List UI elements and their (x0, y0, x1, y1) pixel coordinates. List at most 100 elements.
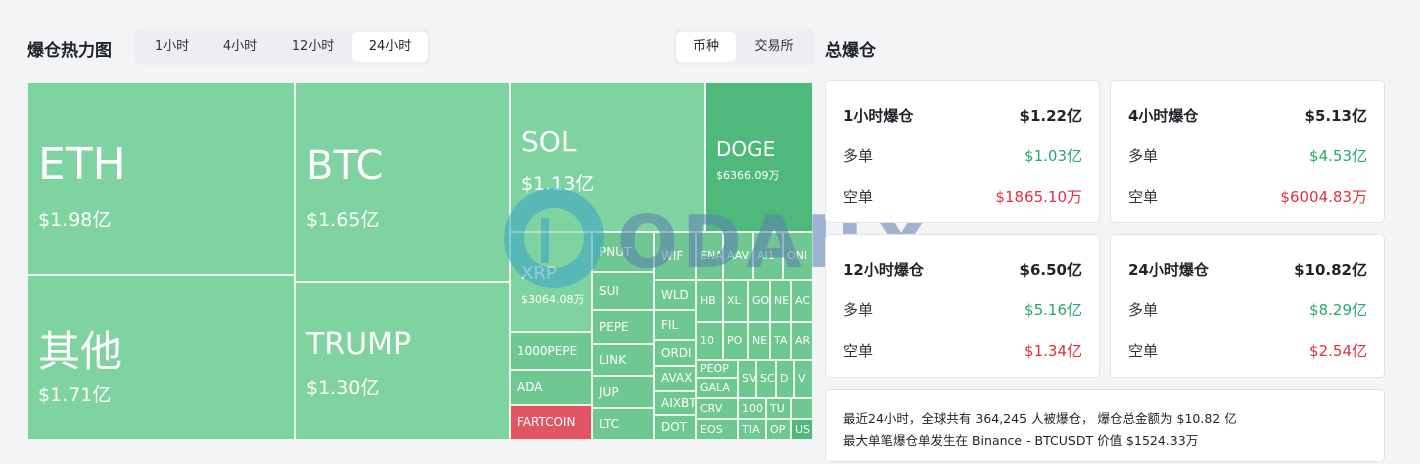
tab-by-exchange[interactable]: 交易所 (737, 32, 811, 62)
tile-ltc[interactable]: LTC (592, 408, 654, 440)
tile-goat[interactable]: GO (748, 280, 770, 322)
tile-xrp[interactable]: XRP $3064.08万 (510, 232, 592, 332)
tile-symbol: PEPE (599, 320, 629, 334)
tile-symbol: PNUT (599, 245, 632, 259)
tile-100[interactable]: 100 (738, 398, 766, 419)
tile-symbol: D (780, 372, 789, 385)
tile-pepe[interactable]: PEPE (592, 310, 654, 344)
tab-24h[interactable]: 24小时 (352, 32, 428, 62)
tile-ac[interactable]: AC (791, 280, 813, 322)
tile-jup[interactable]: JUP (592, 376, 654, 408)
tile-avax[interactable]: AVAX (654, 366, 696, 391)
tile-eos[interactable]: EOS (696, 419, 738, 440)
tile-other[interactable]: 其他 $1.71亿 (27, 275, 295, 440)
tile-v[interactable]: V (794, 360, 813, 398)
tile-symbol: DOT (661, 420, 688, 434)
tile-blank[interactable] (791, 398, 813, 419)
tile-value: $1.71亿 (38, 384, 112, 406)
long-label: 多单 (1128, 147, 1159, 165)
long-value: $4.53亿 (1309, 147, 1367, 165)
tile-symbol: TRUMP (306, 327, 412, 362)
tile-sui[interactable]: SUI (592, 272, 654, 310)
tile-wif[interactable]: WIF (654, 232, 696, 280)
time-range-tabs: 1小时 4小时 12小时 24小时 (134, 29, 431, 65)
tile-usual[interactable]: US (791, 419, 813, 440)
tile-peop[interactable]: PEOP (696, 360, 738, 378)
tile-near[interactable]: NE (770, 280, 791, 322)
tile-value: $1.65亿 (306, 209, 380, 231)
tile-neiro[interactable]: NE (748, 322, 770, 360)
card-total-row: 4小时爆仓 $5.13亿 (1128, 105, 1367, 127)
tile-symbol: US (795, 423, 811, 436)
tile-aave[interactable]: AAV (723, 232, 753, 280)
tile-link[interactable]: LINK (592, 344, 654, 376)
card-total-row: 12小时爆仓 $6.50亿 (843, 259, 1082, 281)
tile-ai16z[interactable]: AI1 (753, 232, 783, 280)
tile-aixbt[interactable]: AIXBT (654, 391, 696, 415)
tile-ar[interactable]: AR (791, 322, 813, 360)
tile-doge[interactable]: DOGE $6366.09万 (705, 82, 813, 232)
tab-12h[interactable]: 12小时 (274, 32, 352, 62)
tile-op[interactable]: OP (766, 419, 791, 440)
tile-hb[interactable]: HB (696, 280, 723, 322)
tile-symbol: CRV (700, 402, 723, 415)
tile-sol[interactable]: SOL $1.13亿 (510, 82, 705, 232)
tile-ada[interactable]: ADA (510, 370, 592, 405)
liquidation-heatmap: ETH $1.98亿 其他 $1.71亿 BTC $1.65亿 TRUMP $1… (27, 82, 813, 440)
long-value: $8.29亿 (1309, 301, 1367, 319)
note-line-1: 最近24小时，全球共有 364,245 人被爆仓， 爆仓总金额为 $10.82 … (843, 411, 1237, 426)
tile-value: $6366.09万 (716, 169, 780, 182)
tile-btc[interactable]: BTC $1.65亿 (295, 82, 510, 282)
tile-symbol: SC (760, 372, 775, 385)
tile-symbol: NE (774, 294, 790, 307)
summary-card-4h: 4小时爆仓 $5.13亿 多单 $4.53亿 空单 $6004.83万 (1110, 80, 1385, 223)
long-label: 多单 (843, 301, 874, 319)
tile-symbol: TU (770, 402, 785, 415)
tab-4h[interactable]: 4小时 (206, 32, 274, 62)
card-long-row: 多单 $5.16亿 (843, 299, 1082, 321)
tile-fartcoin[interactable]: FARTCOIN (510, 405, 592, 440)
tile-tia[interactable]: TIA (738, 419, 766, 440)
tile-dot[interactable]: DOT (654, 415, 696, 440)
tile-symbol: ADA (517, 380, 543, 394)
tile-1000pepe[interactable]: 1000PEPE (510, 332, 592, 370)
tile-symbol: LTC (599, 417, 620, 431)
tile-eth[interactable]: ETH $1.98亿 (27, 82, 295, 275)
short-value: $1.34亿 (1024, 342, 1082, 360)
tile-pnut[interactable]: PNUT (592, 232, 654, 272)
tile-symbol: LINK (599, 353, 627, 367)
long-value: $1.03亿 (1024, 147, 1082, 165)
tab-1h[interactable]: 1小时 (138, 32, 206, 62)
tile-gala[interactable]: GALA (696, 378, 738, 398)
tile-d[interactable]: D (776, 360, 794, 398)
tile-wld[interactable]: WLD (654, 280, 696, 310)
tile-ena[interactable]: ENA (696, 232, 723, 280)
tile-tu[interactable]: TU (766, 398, 791, 419)
card-short-row: 空单 $1.34亿 (843, 340, 1082, 362)
tile-ordi[interactable]: ORDI (654, 340, 696, 366)
tile-tao[interactable]: TA (770, 322, 791, 360)
tile-pol[interactable]: PO (723, 322, 748, 360)
tile-xlm[interactable]: XL (723, 280, 748, 322)
tile-value: $3064.08万 (521, 293, 585, 306)
tile-symbol: 100 (742, 402, 763, 415)
tile-symbol: DOGE (716, 137, 776, 161)
tile-sc[interactable]: SC (756, 360, 776, 398)
tile-symbol: FIL (661, 318, 679, 332)
card-long-row: 多单 $1.03亿 (843, 145, 1082, 167)
tile-trump[interactable]: TRUMP $1.30亿 (295, 282, 510, 440)
tile-10[interactable]: 10 (696, 322, 723, 360)
tile-symbol: GO (752, 294, 770, 307)
tile-value: $1.98亿 (38, 209, 112, 231)
tile-symbol: TA (774, 334, 788, 347)
tile-sv[interactable]: SV (738, 360, 756, 398)
tab-by-coin[interactable]: 币种 (676, 32, 736, 62)
tile-symbol: SUI (599, 284, 619, 298)
card-total: $6.50亿 (1019, 261, 1082, 279)
card-short-row: 空单 $1865.10万 (843, 186, 1082, 208)
tile-fil[interactable]: FIL (654, 310, 696, 340)
tile-symbol: ETH (38, 139, 126, 190)
tile-crv[interactable]: CRV (696, 398, 738, 419)
tile-ondo[interactable]: ONI (783, 232, 813, 280)
card-label: 1小时爆仓 (843, 107, 914, 125)
